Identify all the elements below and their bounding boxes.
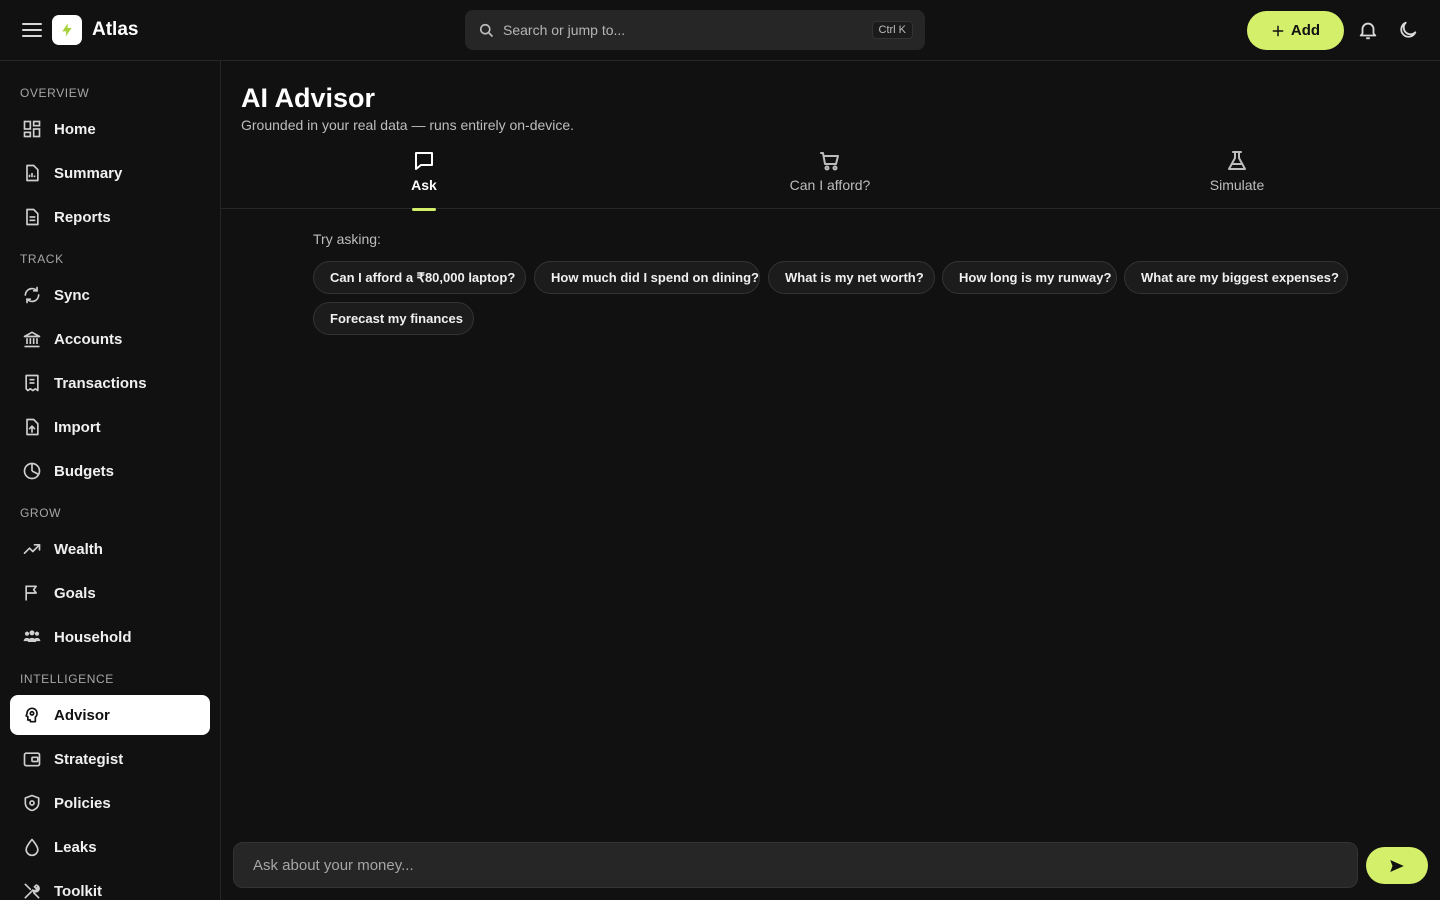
page-subtitle: Grounded in your real data — runs entire… [241, 117, 575, 133]
sidebar-item-accounts[interactable]: Accounts [10, 319, 210, 359]
sidebar-item-label: Advisor [54, 706, 110, 724]
suggestion-chip[interactable]: How long is my runway? [942, 261, 1117, 294]
sidebar-item-policies[interactable]: Policies [10, 783, 210, 823]
plus-icon [1272, 25, 1284, 36]
suggestion-chip[interactable]: What is my net worth? [768, 261, 935, 294]
bolt-icon [62, 23, 72, 37]
sidebar-item-summary[interactable]: Summary [10, 153, 210, 193]
send-icon [1390, 859, 1404, 872]
sidebar-item-strategist[interactable]: Strategist [10, 739, 210, 779]
bell-icon[interactable] [1357, 19, 1379, 41]
ask-input[interactable] [233, 842, 1358, 888]
tab-can-i-afford[interactable]: Can I afford? [780, 145, 880, 209]
shortcut-badge: Ctrl K [871, 21, 913, 39]
flag-icon [22, 583, 42, 603]
suggestion-chip[interactable]: How much did I spend on dining? [534, 261, 760, 294]
page-title: AI Advisor [241, 83, 376, 113]
shield-icon [22, 793, 42, 813]
main-content: AI Advisor Grounded in your real data — … [221, 61, 1440, 900]
document-icon [22, 207, 42, 227]
sidebar-item-label: Policies [54, 794, 111, 812]
search-icon [477, 21, 495, 39]
chat-icon [412, 149, 436, 173]
tab-ask[interactable]: Ask [407, 145, 441, 211]
sidebar-item-label: Toolkit [54, 882, 103, 900]
section-label-track: TRACK [20, 252, 64, 266]
moon-icon[interactable] [1397, 19, 1419, 41]
sidebar-item-label: Reports [54, 208, 111, 226]
file-upload-icon [22, 417, 42, 437]
sidebar-item-household[interactable]: Household [10, 617, 210, 657]
add-button-label: Add [1290, 22, 1321, 39]
sidebar-item-label: Strategist [54, 750, 124, 768]
sidebar-item-goals[interactable]: Goals [10, 573, 210, 613]
tab-label: Ask [411, 177, 437, 193]
sidebar-item-sync[interactable]: Sync [10, 275, 210, 315]
sidebar-item-label: Summary [54, 164, 123, 182]
search-bar[interactable]: Ctrl K [465, 10, 925, 50]
sidebar-item-transactions[interactable]: Transactions [10, 363, 210, 403]
add-button[interactable]: Add [1247, 11, 1344, 50]
sidebar-item-advisor[interactable]: Advisor [10, 695, 210, 735]
section-label-grow: GROW [20, 506, 62, 520]
active-tab-indicator [412, 208, 436, 211]
suggestion-chip[interactable]: Can I afford a ₹80,000 laptop? [313, 261, 526, 294]
brain-icon [22, 705, 42, 725]
tools-icon [22, 881, 42, 900]
sidebar-item-label: Accounts [54, 330, 123, 348]
grid-icon [22, 119, 42, 139]
pie-chart-icon [22, 461, 42, 481]
suggestion-chip[interactable]: Forecast my finances [313, 302, 474, 335]
sync-icon [22, 285, 42, 305]
tab-label: Can I afford? [789, 177, 871, 193]
sidebar-item-toolkit[interactable]: Toolkit [10, 871, 210, 900]
receipt-icon [22, 373, 42, 393]
menu-icon[interactable] [20, 18, 44, 42]
sidebar-item-label: Sync [54, 286, 90, 304]
sidebar-item-budgets[interactable]: Budgets [10, 451, 210, 491]
sidebar-item-import[interactable]: Import [10, 407, 210, 447]
sidebar-item-label: Import [54, 418, 101, 436]
sidebar-item-label: Budgets [54, 462, 114, 480]
sidebar-item-label: Transactions [54, 374, 147, 392]
sidebar-item-home[interactable]: Home [10, 109, 210, 149]
sidebar-item-reports[interactable]: Reports [10, 197, 210, 237]
sidebar: OVERVIEW Home Summary Reports TRACK Sync… [0, 61, 221, 900]
bank-icon [22, 329, 42, 349]
logo[interactable] [52, 15, 82, 45]
cart-icon [818, 149, 842, 173]
document-chart-icon [22, 163, 42, 183]
flask-icon [1225, 149, 1249, 173]
sidebar-item-wealth[interactable]: Wealth [10, 529, 210, 569]
send-button[interactable] [1366, 847, 1428, 884]
suggestion-chip[interactable]: What are my biggest expenses? [1124, 261, 1348, 294]
tab-simulate[interactable]: Simulate [1197, 145, 1277, 209]
try-asking-label: Try asking: [313, 231, 381, 247]
top-bar: Atlas Ctrl K Add [0, 0, 1440, 61]
sidebar-item-label: Wealth [54, 540, 103, 558]
trending-up-icon [22, 539, 42, 559]
wallet-icon [22, 749, 42, 769]
tab-label: Simulate [1209, 177, 1265, 193]
search-input[interactable] [503, 22, 872, 38]
sidebar-item-leaks[interactable]: Leaks [10, 827, 210, 867]
brand-name: Atlas [92, 19, 139, 40]
people-icon [22, 627, 42, 647]
section-label-overview: OVERVIEW [20, 86, 90, 100]
section-label-intelligence: INTELLIGENCE [20, 672, 114, 686]
tab-bar: Ask Can I afford? Simulate [221, 145, 1440, 211]
sidebar-item-label: Home [54, 120, 96, 138]
drop-icon [22, 837, 42, 857]
sidebar-item-label: Leaks [54, 838, 97, 856]
sidebar-item-label: Goals [54, 584, 96, 602]
sidebar-item-label: Household [54, 628, 132, 646]
